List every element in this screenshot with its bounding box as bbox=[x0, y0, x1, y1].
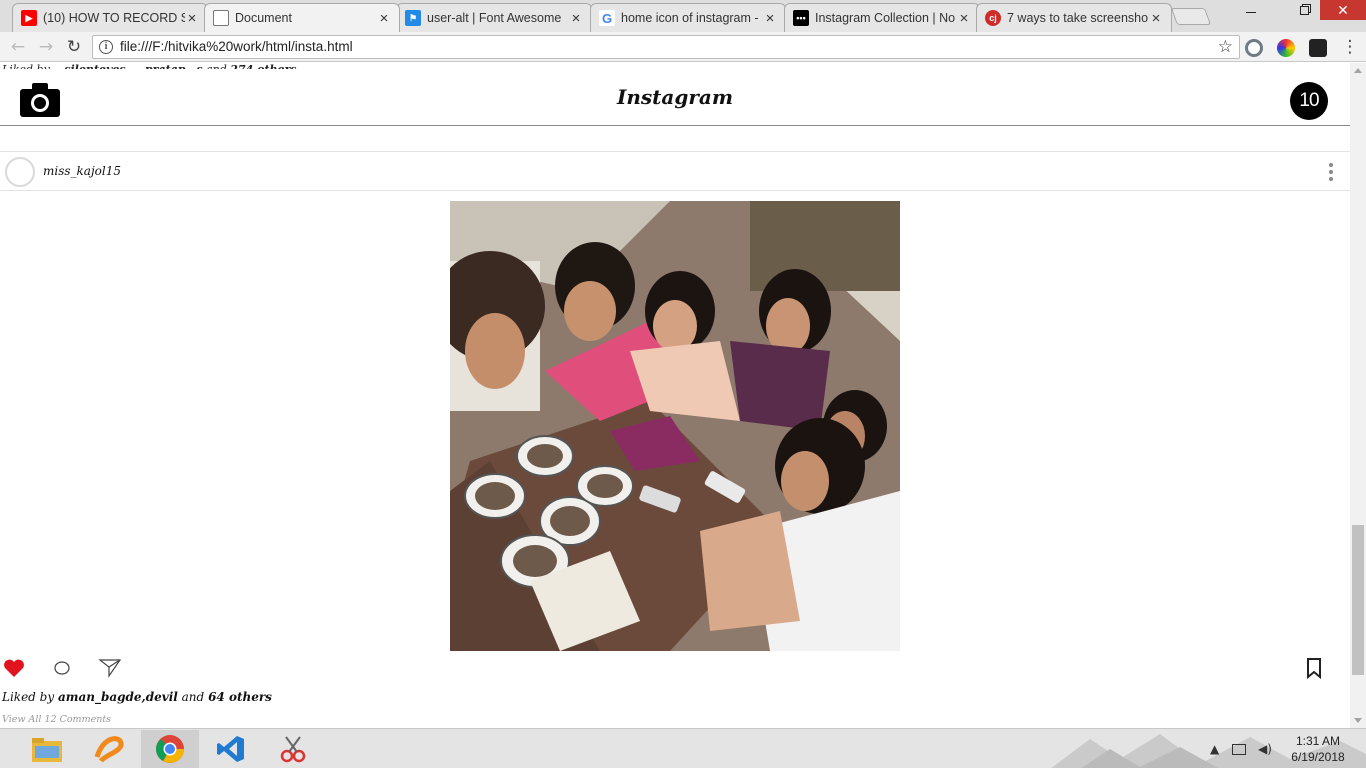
snipping-tool-icon bbox=[280, 736, 306, 763]
noun-project-icon: ••• bbox=[793, 10, 809, 26]
forward-button[interactable]: → bbox=[36, 37, 56, 57]
address-bar[interactable]: i file:///F:/hitvika%20work/html/insta.h… bbox=[92, 35, 1240, 59]
close-tab-icon[interactable]: × bbox=[763, 10, 777, 27]
view-all-comments-link[interactable]: View All 12 Comments bbox=[2, 714, 111, 725]
browser-tab-font-awesome[interactable]: ⚑ user-alt | Font Awesome × bbox=[396, 3, 592, 32]
taskbar-swirl-app[interactable] bbox=[80, 730, 138, 768]
page-scrollbar[interactable] bbox=[1350, 63, 1366, 728]
taskbar-chrome[interactable] bbox=[141, 730, 199, 768]
volume-icon[interactable]: ◀) bbox=[1258, 729, 1274, 768]
tab-title: home icon of instagram - bbox=[621, 11, 759, 25]
liked-prefix: Liked by bbox=[2, 690, 55, 704]
browser-tab-strip: ▶ (10) HOW TO RECORD SC × Document × ⚑ u… bbox=[0, 0, 1366, 32]
browser-tab-youtube[interactable]: ▶ (10) HOW TO RECORD SC × bbox=[12, 3, 208, 32]
scroll-up-icon[interactable] bbox=[1354, 68, 1362, 73]
share-icon[interactable] bbox=[98, 656, 122, 680]
site-header: Instagram 10 bbox=[0, 69, 1350, 126]
restore-icon bbox=[1299, 5, 1309, 15]
chrome-icon bbox=[156, 735, 184, 763]
close-tab-icon[interactable]: × bbox=[1149, 10, 1163, 27]
minimize-button[interactable] bbox=[1238, 0, 1264, 20]
close-tab-icon[interactable]: × bbox=[185, 10, 199, 27]
user-avatar[interactable] bbox=[5, 157, 35, 187]
browser-tab-screenshot[interactable]: cj 7 ways to take screensho × bbox=[976, 3, 1172, 32]
back-arrow-icon: ← bbox=[10, 37, 26, 57]
reload-button[interactable]: ↻ bbox=[64, 37, 84, 57]
clock-time: 1:31 AM bbox=[1295, 734, 1341, 748]
bookmark-star-icon[interactable]: ☆ bbox=[1218, 37, 1233, 57]
heart-icon[interactable] bbox=[2, 656, 26, 680]
forward-arrow-icon: → bbox=[38, 37, 54, 57]
liked-users[interactable]: aman_bagde,devil bbox=[58, 690, 178, 704]
network-icon[interactable] bbox=[1232, 729, 1250, 768]
close-tab-icon[interactable]: × bbox=[569, 10, 583, 27]
windows-taskbar: ▲ ◀) 1:31 AM 6/19/2018 bbox=[0, 728, 1366, 768]
app-swirl-icon bbox=[94, 736, 124, 763]
scrollbar-thumb[interactable] bbox=[1352, 525, 1364, 675]
browser-toolbar: ← → ↻ i file:///F:/hitvika%20work/html/i… bbox=[0, 32, 1366, 62]
url-text: file:///F:/hitvika%20work/html/insta.htm… bbox=[120, 39, 353, 54]
scroll-down-icon[interactable] bbox=[1354, 718, 1362, 723]
post-header-divider bbox=[0, 190, 1350, 191]
document-icon bbox=[213, 10, 229, 26]
back-button[interactable]: ← bbox=[8, 37, 28, 57]
post-liked-by: Liked by aman_bagde,devil and 64 others bbox=[2, 690, 272, 704]
notification-count-badge[interactable]: 10 bbox=[1290, 82, 1328, 120]
tab-title: Document bbox=[235, 11, 292, 25]
menu-dots-icon: ⋮ bbox=[1341, 37, 1359, 57]
file-explorer-icon bbox=[32, 738, 62, 762]
tab-title: Instagram Collection | No bbox=[815, 11, 956, 25]
extension-eye-icon[interactable] bbox=[1245, 39, 1263, 57]
new-tab-button[interactable] bbox=[1170, 8, 1212, 25]
restore-button[interactable] bbox=[1290, 0, 1318, 20]
liked-count[interactable]: 64 others bbox=[208, 690, 272, 704]
comment-icon[interactable] bbox=[50, 656, 74, 680]
close-window-button[interactable]: ✕ bbox=[1320, 0, 1366, 20]
chrome-menu-button[interactable]: ⋮ bbox=[1340, 37, 1360, 57]
taskbar-vscode[interactable] bbox=[202, 730, 260, 768]
browser-tab-document[interactable]: Document × bbox=[204, 3, 400, 32]
close-window-icon: ✕ bbox=[1337, 1, 1349, 18]
tab-title: 7 ways to take screensho bbox=[1007, 11, 1149, 25]
youtube-icon: ▶ bbox=[21, 10, 37, 26]
taskbar-clock[interactable]: 1:31 AM 6/19/2018 bbox=[1278, 733, 1358, 765]
tab-title: (10) HOW TO RECORD SC bbox=[43, 11, 185, 25]
liked-and: and bbox=[181, 690, 205, 704]
bookmark-icon[interactable] bbox=[1302, 656, 1326, 680]
browser-tab-noun-project[interactable]: ••• Instagram Collection | No × bbox=[784, 3, 980, 32]
clock-date: 6/19/2018 bbox=[1291, 750, 1345, 764]
info-icon[interactable]: i bbox=[99, 40, 113, 54]
cj-site-icon: cj bbox=[985, 10, 1001, 26]
minimize-icon bbox=[1246, 11, 1256, 13]
vscode-icon bbox=[217, 736, 244, 762]
post-photo[interactable] bbox=[450, 201, 900, 651]
page-viewport: Liked by __silenteyes_-_,pratap__s and 2… bbox=[0, 63, 1350, 728]
extension-color-picker-icon[interactable] bbox=[1277, 39, 1295, 57]
post-options-icon[interactable] bbox=[1326, 161, 1336, 183]
brand-title[interactable]: Instagram bbox=[0, 85, 1350, 109]
close-tab-icon[interactable]: × bbox=[377, 10, 391, 27]
reload-icon: ↻ bbox=[66, 37, 82, 57]
post-username[interactable]: miss_kajol15 bbox=[43, 164, 121, 178]
tab-title: user-alt | Font Awesome bbox=[427, 11, 562, 25]
font-awesome-flag-icon: ⚑ bbox=[405, 10, 421, 26]
taskbar-file-explorer[interactable] bbox=[18, 730, 76, 768]
post-header: miss_kajol15 bbox=[0, 152, 1350, 190]
taskbar-snipping-tool[interactable] bbox=[264, 730, 322, 768]
post-actions bbox=[0, 656, 1350, 688]
close-tab-icon[interactable]: × bbox=[957, 10, 971, 27]
extension-tool-icon[interactable] bbox=[1309, 39, 1327, 57]
browser-tab-google[interactable]: G home icon of instagram - × bbox=[590, 3, 786, 32]
tray-show-hidden-icon[interactable]: ▲ bbox=[1210, 729, 1222, 768]
google-icon: G bbox=[599, 10, 615, 26]
